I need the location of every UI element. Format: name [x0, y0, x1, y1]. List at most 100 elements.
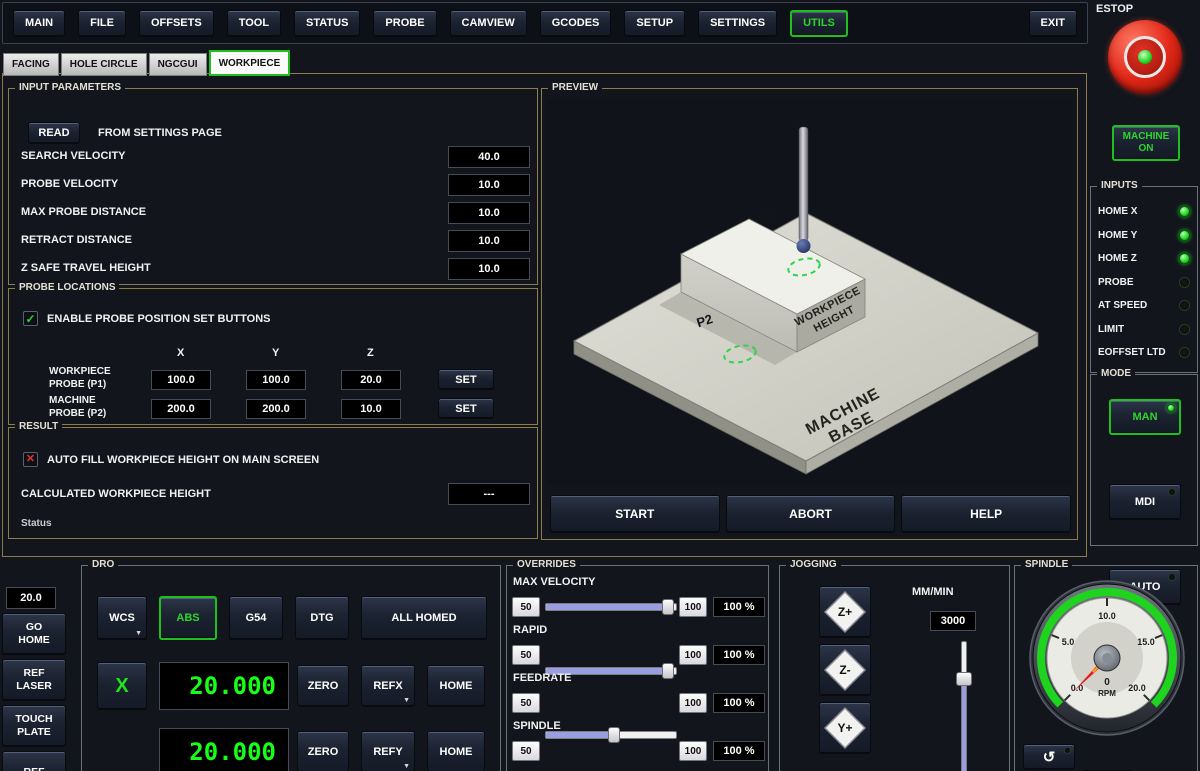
- machine-on-button[interactable]: MACHINE ON: [1112, 125, 1180, 161]
- ref-button[interactable]: REF: [2, 751, 66, 771]
- mode-mdi-button[interactable]: MDI: [1109, 484, 1181, 520]
- max-velocity-min-button[interactable]: 50: [512, 597, 540, 617]
- nav-probe[interactable]: PROBE: [373, 10, 436, 37]
- all-homed-button[interactable]: ALL HOMED: [361, 596, 487, 640]
- retract-distance-input[interactable]: 10.0: [448, 230, 530, 252]
- rapid-min-button[interactable]: 50: [512, 645, 540, 665]
- y-position-display: 20.000: [159, 728, 289, 771]
- exit-button[interactable]: EXIT: [1029, 10, 1077, 37]
- y-zero-button[interactable]: ZERO: [297, 731, 349, 771]
- y-home-button[interactable]: HOME: [427, 731, 485, 771]
- max-velocity-slider[interactable]: [545, 599, 677, 615]
- spindle-max-button[interactable]: 100: [679, 741, 707, 761]
- rapid-max-button[interactable]: 100: [679, 645, 707, 665]
- nav-offsets[interactable]: OFFSETS: [139, 10, 214, 37]
- read-button[interactable]: READ: [28, 122, 80, 144]
- at-speed-led: [1179, 300, 1190, 311]
- p1-y-input[interactable]: 100.0: [246, 370, 306, 390]
- feedrate-slider[interactable]: [545, 727, 677, 743]
- jog-slider-handle[interactable]: [956, 672, 972, 686]
- p2-z-input[interactable]: 10.0: [341, 399, 401, 419]
- nav-settings[interactable]: SETTINGS: [698, 10, 777, 37]
- util-tabs: FACING HOLE CIRCLE NGCGUI WORKPIECE: [3, 50, 290, 76]
- autofill-checkbox[interactable]: ✕: [23, 452, 38, 467]
- nav-tool[interactable]: TOOL: [227, 10, 281, 37]
- p2-y-input[interactable]: 200.0: [246, 399, 306, 419]
- jog-y-plus-button[interactable]: Y+: [819, 702, 871, 754]
- ref-laser-button[interactable]: REF LASER: [2, 659, 66, 701]
- nav-utils[interactable]: UTILS: [790, 10, 848, 37]
- nav-status[interactable]: STATUS: [294, 10, 360, 37]
- probe-velocity-input[interactable]: 10.0: [448, 174, 530, 196]
- tab-workpiece[interactable]: WORKPIECE: [209, 50, 291, 76]
- abs-button[interactable]: ABS: [159, 596, 217, 640]
- nav-main[interactable]: MAIN: [13, 10, 65, 37]
- spindle-ccw-button[interactable]: ↺: [1023, 744, 1075, 770]
- wcs-button[interactable]: WCS ▼: [97, 596, 147, 640]
- p1-z-input[interactable]: 20.0: [341, 370, 401, 390]
- max-velocity-max-button[interactable]: 100: [679, 597, 707, 617]
- probe-velocity-label: PROBE VELOCITY: [21, 178, 118, 190]
- nav-file[interactable]: FILE: [78, 10, 126, 37]
- jog-rate-input[interactable]: 3000: [930, 611, 976, 631]
- nav-setup[interactable]: SETUP: [624, 10, 685, 37]
- inputs-panel: INPUTS HOME X HOME Y HOME Z PROBE AT SPE…: [1090, 186, 1198, 373]
- search-velocity-input[interactable]: 40.0: [448, 146, 530, 168]
- search-velocity-label: SEARCH VELOCITY: [21, 150, 126, 162]
- tab-facing[interactable]: FACING: [3, 53, 59, 76]
- start-button[interactable]: START: [550, 495, 720, 533]
- p1-x-input[interactable]: 100.0: [151, 370, 211, 390]
- dtg-button[interactable]: DTG: [295, 596, 349, 640]
- input-parameters-panel: INPUT PARAMETERS READ FROM SETTINGS PAGE…: [8, 88, 538, 285]
- max-probe-distance-input[interactable]: 10.0: [448, 202, 530, 224]
- dro-panel: DRO WCS ▼ ABS G54 DTG ALL HOMED X 20.000…: [81, 565, 501, 771]
- jog-z-plus-button[interactable]: Z+: [819, 586, 871, 638]
- rapid-slider-handle[interactable]: [662, 663, 674, 679]
- y-ref-button[interactable]: REFY ▼: [361, 731, 415, 771]
- gauge-tick-10: 10.0: [1098, 611, 1116, 621]
- nav-camview[interactable]: CAMVIEW: [450, 10, 527, 37]
- enable-probe-checkbox[interactable]: ✓: [23, 311, 38, 326]
- feedrate-max-button[interactable]: 100: [679, 693, 707, 713]
- mode-man-label: MAN: [1132, 411, 1157, 423]
- home-x-led: [1179, 206, 1190, 217]
- spindle-ccw-icon: ↺: [1043, 748, 1056, 766]
- tab-ngcgui[interactable]: NGCGUI: [149, 53, 207, 76]
- spindle-panel: SPINDLE 0.0 5.0: [1014, 565, 1198, 771]
- autofill-label: AUTO FILL WORKPIECE HEIGHT ON MAIN SCREE…: [47, 454, 319, 466]
- jog-speed-slider[interactable]: [956, 641, 972, 771]
- spindle-rpm-gauge: 0.0 5.0 10.0 15.0 20.0 0 RPM: [1027, 578, 1187, 738]
- mode-man-button[interactable]: MAN: [1109, 399, 1181, 435]
- col-z-header: Z: [367, 347, 374, 359]
- rapid-display: 100 %: [713, 645, 765, 665]
- abort-button[interactable]: ABORT: [726, 495, 896, 533]
- nav-gcodes[interactable]: GCODES: [540, 10, 612, 37]
- x-ref-button[interactable]: REFX ▼: [361, 665, 415, 707]
- feedrate-min-button[interactable]: 50: [512, 693, 540, 713]
- input-row-limit: LIMIT: [1091, 318, 1197, 342]
- go-home-line1: GO: [26, 621, 42, 634]
- touch-plate-button[interactable]: TOUCH PLATE: [2, 705, 66, 747]
- x-home-button[interactable]: HOME: [427, 665, 485, 707]
- feedrate-slider-handle[interactable]: [608, 727, 620, 743]
- spindle-min-button[interactable]: 50: [512, 741, 540, 761]
- g54-button[interactable]: G54: [229, 596, 283, 640]
- jog-z-minus-button[interactable]: Z-: [819, 644, 871, 696]
- max-velocity-slider-handle[interactable]: [662, 599, 674, 615]
- z-safe-travel-input[interactable]: 10.0: [448, 258, 530, 280]
- tab-hole-circle[interactable]: HOLE CIRCLE: [61, 53, 147, 76]
- x-zero-button[interactable]: ZERO: [297, 665, 349, 707]
- touch-plate-height-input[interactable]: 20.0: [6, 587, 56, 609]
- gauge-unit: RPM: [1098, 689, 1116, 698]
- axis-x-button[interactable]: X: [97, 662, 147, 710]
- p2-x-input[interactable]: 200.0: [151, 399, 211, 419]
- estop-button[interactable]: [1108, 20, 1182, 94]
- p1-set-button[interactable]: SET: [438, 369, 494, 390]
- help-button[interactable]: HELP: [901, 495, 1071, 533]
- mode-man-led: [1167, 404, 1175, 412]
- go-home-button[interactable]: GO HOME: [2, 613, 66, 655]
- p2-set-button[interactable]: SET: [438, 398, 494, 419]
- machine-probe-label: MACHINE PROBE (P2): [49, 395, 106, 420]
- mode-mdi-label: MDI: [1135, 496, 1155, 508]
- home-z-led: [1179, 253, 1190, 264]
